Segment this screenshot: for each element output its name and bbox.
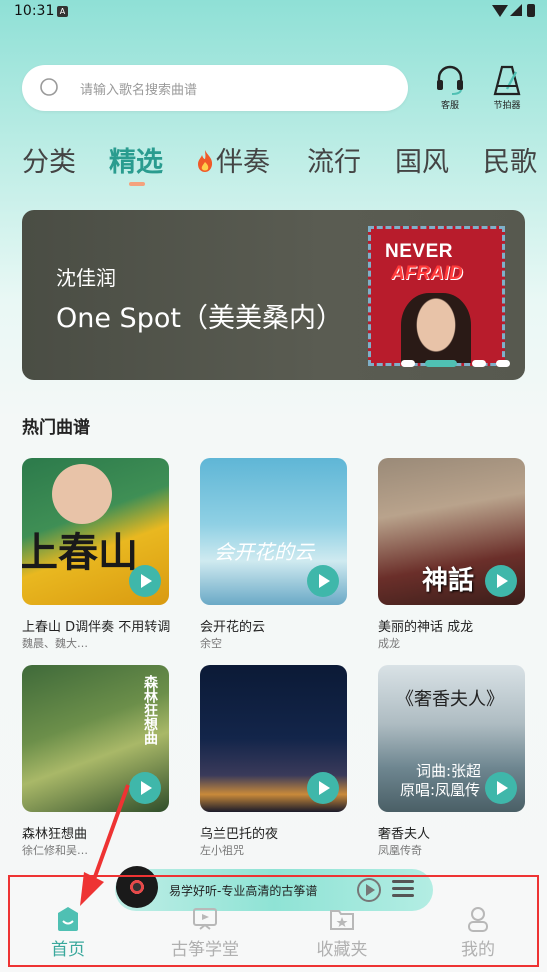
cover-text-singer: 原唱:凤凰传 [400, 781, 481, 799]
score-cover: 《奢香夫人》 词曲:张超 原唱:凤凰传 [378, 665, 525, 812]
tab-active-indicator [129, 182, 145, 186]
score-cover: 上春山 [22, 458, 169, 605]
score-card[interactable]: 神話 美丽的神话 成龙 成龙 [378, 458, 525, 650]
metronome-label: 节拍器 [493, 101, 521, 111]
tab-featured[interactable]: 精选 [109, 140, 163, 179]
status-bar: 10:31 A [0, 0, 547, 26]
customer-service-button[interactable]: 客服 [430, 64, 470, 114]
pagination-dot[interactable] [472, 360, 486, 367]
cover-person [52, 464, 112, 524]
signal-icon [510, 4, 522, 16]
tab-accompaniment-label: 伴奏 [216, 147, 270, 178]
category-tabs: 分类 精选 伴奏 流行 国风 民歌 [0, 140, 547, 190]
banner-album-cover: NEVER AFRAID [368, 226, 505, 366]
profile-icon [468, 907, 488, 932]
mini-player-play-button[interactable] [357, 878, 381, 902]
nav-classroom[interactable]: 古筝学堂 [155, 905, 255, 960]
pagination-dot[interactable] [401, 360, 415, 367]
nav-home[interactable]: 首页 [18, 905, 118, 960]
score-card[interactable]: 会开花的云 会开花的云 余空 [200, 458, 347, 650]
score-title: 奢香夫人 [378, 827, 431, 842]
bottom-nav: 首页 古筝学堂 收藏夹 我的 [0, 905, 547, 972]
score-title: 上春山 D调伴奏 不用转调 [22, 620, 171, 635]
search-placeholder: 请输入歌名搜索曲谱 [80, 83, 198, 98]
play-button[interactable] [129, 772, 161, 804]
play-button[interactable] [129, 565, 161, 597]
banner-song-title: One Spot（美美桑内） [56, 303, 343, 334]
search-icon [40, 78, 58, 96]
cover-text: 神話 [422, 566, 475, 596]
cover-text: 森林狂想曲 [142, 675, 158, 745]
score-card[interactable]: 《奢香夫人》 词曲:张超 原唱:凤凰传 奢香夫人 凤凰传奇 [378, 665, 525, 857]
play-button[interactable] [307, 772, 339, 804]
score-artist: 凤凰传奇 [378, 844, 422, 857]
cover-text-lyricist: 词曲:张超 [416, 762, 482, 780]
play-button[interactable] [307, 565, 339, 597]
score-cover: 会开花的云 [200, 458, 347, 605]
nav-home-label: 首页 [51, 940, 85, 960]
score-cover: 神話 [378, 458, 525, 605]
cover-portrait [401, 293, 471, 363]
score-cover: 森林狂想曲 [22, 665, 169, 812]
cover-title-line-2: AFRAID [391, 263, 463, 284]
nav-favorites[interactable]: 收藏夹 [292, 905, 392, 960]
wifi-icon [492, 5, 508, 17]
home-icon [58, 907, 78, 931]
score-artist: 徐仁修和吴… [22, 844, 88, 857]
score-card[interactable]: 乌兰巴托的夜 左小祖咒 [200, 665, 347, 857]
play-button[interactable] [485, 772, 517, 804]
cover-text-title: 《奢香夫人》 [396, 689, 504, 710]
banner-artist: 沈佳润 [56, 266, 116, 290]
score-title: 会开花的云 [200, 620, 266, 635]
score-cover [200, 665, 347, 812]
score-artist: 余空 [200, 637, 222, 650]
customer-service-label: 客服 [440, 101, 459, 111]
pagination-dot-active[interactable] [425, 360, 457, 367]
score-title: 美丽的神话 成龙 [378, 620, 474, 635]
classroom-icon [193, 908, 217, 930]
tab-pop[interactable]: 流行 [307, 140, 361, 179]
score-artist: 魏晨、魏大… [22, 637, 88, 650]
status-time: 10:31 [14, 3, 55, 19]
battery-icon [527, 4, 535, 17]
cover-text: 会开花的云 [214, 540, 314, 564]
section-title-hot: 热门曲谱 [22, 418, 90, 438]
play-button[interactable] [485, 565, 517, 597]
score-card[interactable]: 森林狂想曲 森林狂想曲 徐仁修和吴… [22, 665, 169, 857]
nav-profile-label: 我的 [461, 940, 495, 960]
score-title: 乌兰巴托的夜 [200, 827, 279, 842]
tab-category[interactable]: 分类 [22, 140, 76, 179]
cover-title-line-1: NEVER [385, 241, 453, 262]
record-disc-icon[interactable] [116, 866, 158, 908]
pagination-dot[interactable] [496, 360, 510, 367]
score-title: 森林狂想曲 [22, 827, 88, 842]
headset-icon [437, 65, 463, 95]
tab-accompaniment[interactable]: 伴奏 [196, 140, 270, 179]
search-bar[interactable]: 请输入歌名搜索曲谱 [22, 65, 408, 111]
tab-folk[interactable]: 民歌 [483, 140, 537, 179]
sim-icon: A [57, 6, 68, 17]
favorites-icon [330, 910, 354, 930]
score-artist: 左小祖咒 [200, 844, 244, 857]
nav-classroom-label: 古筝学堂 [171, 940, 239, 960]
score-card[interactable]: 上春山 上春山 D调伴奏 不用转调 魏晨、魏大… [22, 458, 170, 650]
playlist-icon[interactable] [392, 880, 414, 898]
featured-banner[interactable]: 沈佳润 One Spot（美美桑内） NEVER AFRAID [22, 210, 525, 380]
tab-guofeng[interactable]: 国风 [395, 140, 449, 179]
nav-favorites-label: 收藏夹 [316, 940, 368, 960]
mini-player-title: 易学好听-专业高清的古筝谱 [169, 884, 318, 898]
metronome-icon [493, 65, 521, 96]
cover-text: 上春山 [22, 530, 138, 576]
score-artist: 成龙 [378, 637, 400, 650]
fire-icon [198, 150, 213, 172]
metronome-button[interactable]: 节拍器 [487, 64, 527, 114]
nav-profile[interactable]: 我的 [428, 905, 528, 960]
